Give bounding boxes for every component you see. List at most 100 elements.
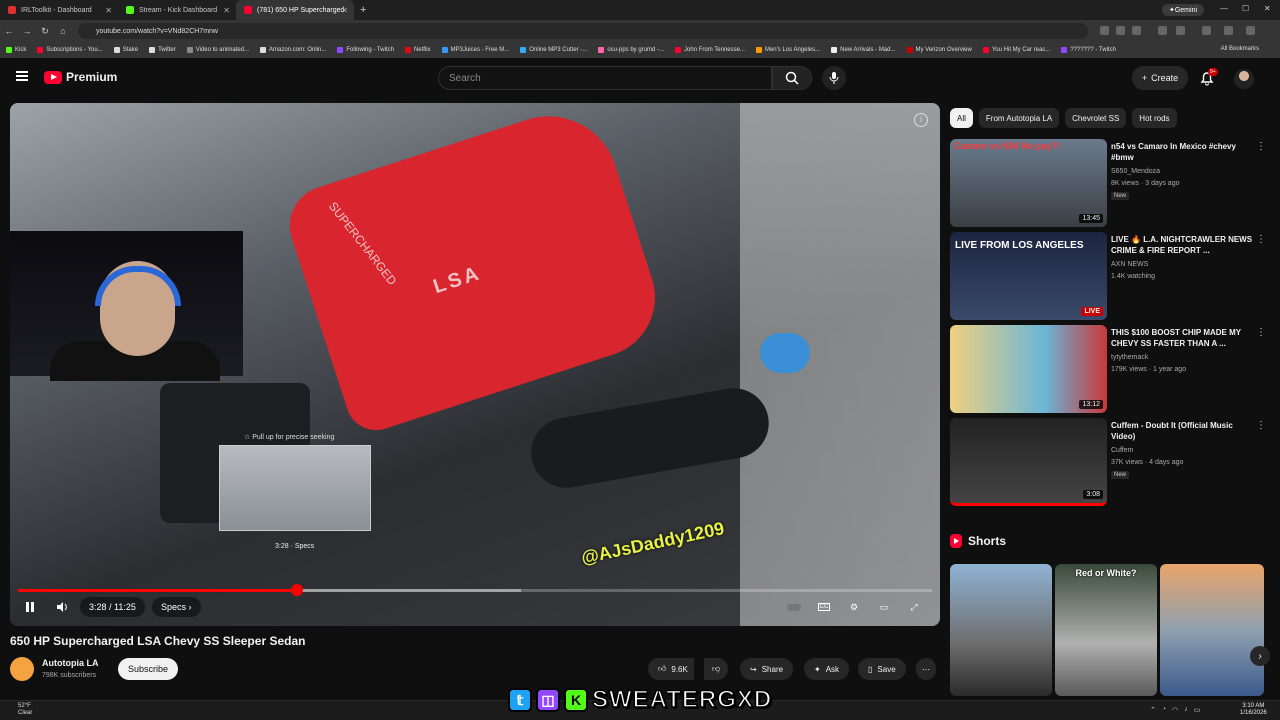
gemini-button[interactable]: ✦ Gemini xyxy=(1162,4,1204,16)
autoplay-toggle[interactable] xyxy=(786,599,802,615)
recommended-video[interactable]: Camaro vs N54 No pay?! 13:45 n54 vs Cama… xyxy=(950,139,1270,227)
dislike-button[interactable]: 👎︎ xyxy=(704,658,729,680)
home-icon[interactable]: ⌂ xyxy=(54,26,72,36)
bookmark-item[interactable]: Kick xyxy=(6,47,26,53)
zoom-icon[interactable] xyxy=(1116,26,1125,35)
browser-tab-youtube[interactable]: (781) 650 HP Supercharged ✕ xyxy=(236,0,354,20)
extension-icon[interactable] xyxy=(1158,26,1167,35)
bookmark-item[interactable]: Online MP3 Cutter -... xyxy=(520,47,587,53)
create-button[interactable]: + Create xyxy=(1132,66,1188,90)
bookmark-item[interactable]: My Verizon Overview xyxy=(906,47,972,53)
bookmark-favicon-icon xyxy=(404,47,411,53)
bookmark-item[interactable]: Netflix xyxy=(404,47,431,53)
new-tab-icon[interactable]: + xyxy=(360,4,366,16)
reload-icon[interactable]: ↻ xyxy=(36,26,54,37)
fullscreen-button[interactable]: ⤢ xyxy=(906,599,922,615)
bookmark-favicon-icon xyxy=(906,47,913,53)
url-field[interactable]: youtube.com/watch?v=VNd82CH7mnw xyxy=(78,23,1088,39)
volume-button[interactable] xyxy=(54,599,70,615)
more-vertical-icon[interactable]: ⋮ xyxy=(1256,420,1266,431)
bookmark-item[interactable]: Men's Los Angeles... xyxy=(755,47,820,53)
miniplayer-button[interactable]: ▭ xyxy=(876,599,892,615)
pause-button[interactable] xyxy=(22,599,38,615)
account-avatar[interactable] xyxy=(1234,69,1254,89)
chip-hot-rods[interactable]: Hot rods xyxy=(1132,108,1177,128)
like-button[interactable]: 👍︎ 9.6K xyxy=(648,658,694,680)
ask-button[interactable]: ✦ Ask xyxy=(804,658,850,680)
recommended-video[interactable]: LIVE FROM LOS ANGELES LIVE LIVE 🔥 L.A. N… xyxy=(950,232,1270,320)
more-horizontal-icon: ⋯ xyxy=(922,664,930,674)
weather-widget[interactable]: 52°F Clear xyxy=(18,703,32,717)
menu-kebab-icon[interactable] xyxy=(1246,26,1255,35)
more-actions-button[interactable]: ⋯ xyxy=(916,658,936,680)
share-button[interactable]: ↪ Share xyxy=(740,658,794,680)
volume-icon[interactable]: ♪ xyxy=(1184,706,1188,714)
youtube-logo[interactable]: Premium xyxy=(44,70,117,84)
chapter-button[interactable]: Specs › xyxy=(152,597,201,617)
short-thumbnail[interactable]: Red or White? xyxy=(1055,564,1157,696)
bookmark-item[interactable]: Subscriptions - You... xyxy=(37,47,103,53)
bookmark-item[interactable]: ??????? - Twitch xyxy=(1061,47,1116,53)
minimize-icon[interactable]: — xyxy=(1220,4,1228,13)
video-thumbnail[interactable]: Camaro vs N54 No pay?! 13:45 xyxy=(950,139,1107,227)
short-thumbnail[interactable] xyxy=(950,564,1052,696)
bookmark-item[interactable]: New Arrivals - Mad... xyxy=(831,47,896,53)
more-vertical-icon[interactable]: ⋮ xyxy=(1256,327,1266,338)
info-icon[interactable]: i xyxy=(914,113,928,127)
close-icon[interactable]: ✕ xyxy=(341,6,348,15)
settings-button[interactable]: ⚙ xyxy=(846,599,862,615)
install-icon[interactable] xyxy=(1100,26,1109,35)
sidebar-icon[interactable] xyxy=(1202,26,1211,35)
battery-icon[interactable]: ▭ xyxy=(1194,706,1201,714)
bookmark-item[interactable]: Video to animated... xyxy=(186,47,249,53)
short-thumbnail[interactable] xyxy=(1160,564,1264,696)
subscribe-button[interactable]: Subscribe xyxy=(118,658,178,680)
video-thumbnail[interactable]: 3:08 xyxy=(950,418,1107,506)
search-input[interactable]: Search xyxy=(438,66,772,90)
recommended-video[interactable]: 3:08 Cuffem - Doubt It (Official Music V… xyxy=(950,418,1270,506)
chip-all[interactable]: All xyxy=(950,108,973,128)
bookmark-item[interactable]: You Hit My Car reac... xyxy=(982,47,1050,53)
browser-tab-irltoolkit[interactable]: IRLToolkit - Dashboard ✕ xyxy=(0,0,118,20)
taskbar-clock[interactable]: 3:10 AM 1/16/2026 xyxy=(1240,703,1267,717)
save-button[interactable]: ▯ Save xyxy=(858,658,906,680)
browser-tab-kick[interactable]: Stream - Kick Dashboard ✕ xyxy=(118,0,236,20)
bookmark-item[interactable]: Amazon.com: Onlin... xyxy=(260,47,326,53)
bookmark-item[interactable]: Stake xyxy=(113,47,138,53)
video-player[interactable]: LSA SUPERCHARGED @AJsDaddy1209 ☆ Pull up… xyxy=(10,103,940,626)
close-icon[interactable]: ✕ xyxy=(105,6,112,15)
video-thumbnail[interactable]: LIVE FROM LOS ANGELES LIVE xyxy=(950,232,1107,320)
more-vertical-icon[interactable]: ⋮ xyxy=(1256,234,1266,245)
video-thumbnail[interactable]: 13:12 xyxy=(950,325,1107,413)
chip-chevrolet-ss[interactable]: Chevrolet SS xyxy=(1065,108,1127,128)
scrubber-handle[interactable] xyxy=(290,584,303,596)
wifi-icon[interactable]: ◠ xyxy=(1172,706,1178,714)
maximize-icon[interactable]: ☐ xyxy=(1242,4,1249,13)
extensions-puzzle-icon[interactable] xyxy=(1176,26,1185,35)
all-bookmarks-button[interactable]: All Bookmarks xyxy=(1221,46,1259,52)
channel-avatar[interactable] xyxy=(10,657,34,681)
profile-icon[interactable] xyxy=(1224,26,1233,35)
network-icon[interactable]: ◔ xyxy=(1162,706,1166,714)
bookmark-item[interactable]: Following - Twitch xyxy=(337,47,394,53)
forward-icon[interactable]: → xyxy=(18,26,36,36)
bookmark-item[interactable]: Twitter xyxy=(149,47,176,53)
back-icon[interactable]: ← xyxy=(0,26,18,36)
voice-search-button[interactable] xyxy=(822,66,846,90)
more-vertical-icon[interactable]: ⋮ xyxy=(1256,141,1266,152)
channel-name[interactable]: Autotopia LA xyxy=(42,658,99,668)
close-icon[interactable]: ✕ xyxy=(223,6,230,15)
captions-button[interactable]: CC xyxy=(816,599,832,615)
close-window-icon[interactable]: ✕ xyxy=(1264,4,1271,13)
chip-from-autotopia-la[interactable]: From Autotopia LA xyxy=(978,108,1060,128)
progress-bar[interactable] xyxy=(18,584,932,596)
menu-hamburger-icon[interactable] xyxy=(16,71,28,81)
bookmark-item[interactable]: osu-pps by grumd -... xyxy=(598,47,664,53)
recommended-video[interactable]: 13:12 THIS $100 BOOST CHIP MADE MY CHEVY… xyxy=(950,325,1270,413)
shorts-next-button[interactable]: › xyxy=(1250,646,1270,666)
bookmark-star-icon[interactable] xyxy=(1132,26,1141,35)
bookmark-item[interactable]: John From Tennesse... xyxy=(675,47,745,53)
chevron-up-icon[interactable]: ⌃ xyxy=(1150,706,1156,714)
bookmark-item[interactable]: MP3Juices - Free M... xyxy=(441,47,509,53)
search-button[interactable] xyxy=(772,66,812,90)
